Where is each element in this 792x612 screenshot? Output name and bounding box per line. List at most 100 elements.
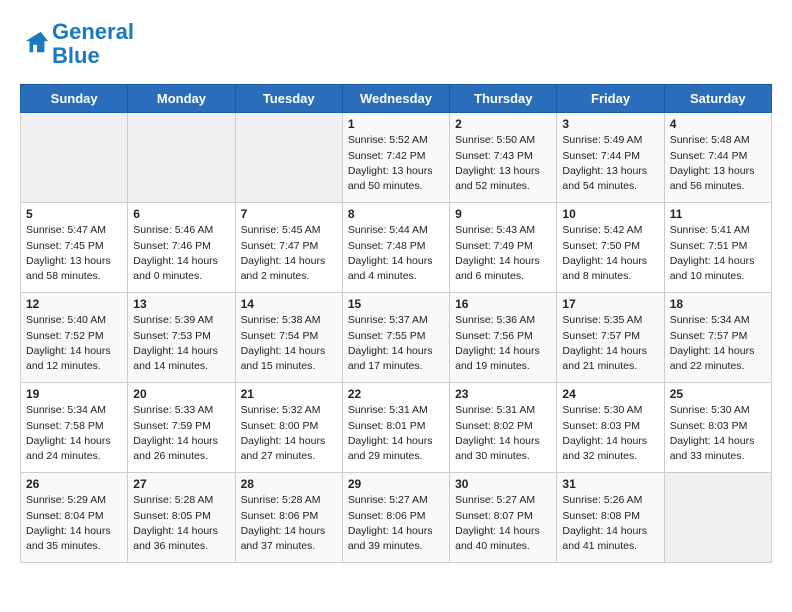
- header: General Blue: [20, 20, 772, 68]
- calendar-cell: 2Sunrise: 5:50 AM Sunset: 7:43 PM Daylig…: [450, 113, 557, 203]
- calendar-cell: 22 Sunrise: 5:31 AM Sunset: 8:01 PM Dayli…: [342, 383, 449, 473]
- calendar-cell: 5 Sunrise: 5:47 AM Sunset: 7:45 PM Daylig…: [21, 203, 128, 293]
- calendar-cell: 30 Sunrise: 5:27 AM Sunset: 8:07 PM Dayli…: [450, 473, 557, 563]
- day-number: 28: [241, 477, 337, 491]
- day-number: 11: [670, 207, 766, 221]
- calendar-week-row: 5 Sunrise: 5:47 AM Sunset: 7:45 PM Daylig…: [21, 203, 772, 293]
- day-info: Sunrise: 5:28 AM Sunset: 8:06 PM Dayligh…: [241, 493, 337, 554]
- day-number: 16: [455, 297, 551, 311]
- day-number: 31: [562, 477, 658, 491]
- calendar-cell: 21Sunrise: 5:32 AM Sunset: 8:00 PM Dayli…: [235, 383, 342, 473]
- day-info: Sunrise: 5:50 AM Sunset: 7:43 PM Dayligh…: [455, 133, 551, 194]
- header-row: SundayMondayTuesdayWednesdayThursdayFrid…: [21, 85, 772, 113]
- day-number: 29: [348, 477, 444, 491]
- calendar-cell: 7 Sunrise: 5:45 AM Sunset: 7:47 PM Daylig…: [235, 203, 342, 293]
- day-info: Sunrise: 5:44 AM Sunset: 7:48 PM Dayligh…: [348, 223, 444, 284]
- day-info: Sunrise: 5:30 AM Sunset: 8:03 PM Dayligh…: [670, 403, 766, 464]
- calendar-week-row: 1 Sunrise: 5:52 AM Sunset: 7:42 PM Daylig…: [21, 113, 772, 203]
- day-number: 8: [348, 207, 444, 221]
- day-info: Sunrise: 5:27 AM Sunset: 8:07 PM Dayligh…: [455, 493, 551, 554]
- day-number: 1: [348, 117, 444, 131]
- calendar-cell: 14Sunrise: 5:38 AM Sunset: 7:54 PM Dayli…: [235, 293, 342, 383]
- calendar-cell: 6 Sunrise: 5:46 AM Sunset: 7:46 PM Daylig…: [128, 203, 235, 293]
- calendar-cell: 27 Sunrise: 5:28 AM Sunset: 8:05 PM Dayli…: [128, 473, 235, 563]
- day-info: Sunrise: 5:40 AM Sunset: 7:52 PM Dayligh…: [26, 313, 122, 374]
- day-number: 10: [562, 207, 658, 221]
- day-number: 4: [670, 117, 766, 131]
- day-info: Sunrise: 5:34 AM Sunset: 7:57 PM Dayligh…: [670, 313, 766, 374]
- calendar-cell: 19 Sunrise: 5:34 AM Sunset: 7:58 PM Dayli…: [21, 383, 128, 473]
- day-of-week-header: Friday: [557, 85, 664, 113]
- day-info: Sunrise: 5:52 AM Sunset: 7:42 PM Dayligh…: [348, 133, 444, 194]
- calendar-cell: 28 Sunrise: 5:28 AM Sunset: 8:06 PM Dayli…: [235, 473, 342, 563]
- calendar-cell: [128, 113, 235, 203]
- day-of-week-header: Monday: [128, 85, 235, 113]
- day-info: Sunrise: 5:35 AM Sunset: 7:57 PM Dayligh…: [562, 313, 658, 374]
- calendar-cell: 9 Sunrise: 5:43 AM Sunset: 7:49 PM Daylig…: [450, 203, 557, 293]
- day-number: 15: [348, 297, 444, 311]
- day-info: Sunrise: 5:47 AM Sunset: 7:45 PM Dayligh…: [26, 223, 122, 284]
- day-info: Sunrise: 5:26 AM Sunset: 8:08 PM Dayligh…: [562, 493, 658, 554]
- day-info: Sunrise: 5:36 AM Sunset: 7:56 PM Dayligh…: [455, 313, 551, 374]
- day-number: 19: [26, 387, 122, 401]
- calendar-cell: 4 Sunrise: 5:48 AM Sunset: 7:44 PM Daylig…: [664, 113, 771, 203]
- calendar-cell: 17 Sunrise: 5:35 AM Sunset: 7:57 PM Dayli…: [557, 293, 664, 383]
- calendar-week-row: 19 Sunrise: 5:34 AM Sunset: 7:58 PM Dayli…: [21, 383, 772, 473]
- day-info: Sunrise: 5:30 AM Sunset: 8:03 PM Dayligh…: [562, 403, 658, 464]
- day-of-week-header: Thursday: [450, 85, 557, 113]
- calendar-cell: 15Sunrise: 5:37 AM Sunset: 7:55 PM Dayli…: [342, 293, 449, 383]
- logo: General Blue: [20, 20, 134, 68]
- day-info: Sunrise: 5:43 AM Sunset: 7:49 PM Dayligh…: [455, 223, 551, 284]
- day-info: Sunrise: 5:46 AM Sunset: 7:46 PM Dayligh…: [133, 223, 229, 284]
- calendar-cell: 29 Sunrise: 5:27 AM Sunset: 8:06 PM Dayli…: [342, 473, 449, 563]
- calendar-header: SundayMondayTuesdayWednesdayThursdayFrid…: [21, 85, 772, 113]
- day-info: Sunrise: 5:27 AM Sunset: 8:06 PM Dayligh…: [348, 493, 444, 554]
- day-number: 6: [133, 207, 229, 221]
- day-info: Sunrise: 5:31 AM Sunset: 8:02 PM Dayligh…: [455, 403, 551, 464]
- day-info: Sunrise: 5:39 AM Sunset: 7:53 PM Dayligh…: [133, 313, 229, 374]
- day-info: Sunrise: 5:49 AM Sunset: 7:44 PM Dayligh…: [562, 133, 658, 194]
- calendar-cell: [235, 113, 342, 203]
- day-number: 25: [670, 387, 766, 401]
- day-number: 21: [241, 387, 337, 401]
- calendar-cell: 25 Sunrise: 5:30 AM Sunset: 8:03 PM Dayli…: [664, 383, 771, 473]
- calendar-cell: 24 Sunrise: 5:30 AM Sunset: 8:03 PM Dayli…: [557, 383, 664, 473]
- day-number: 5: [26, 207, 122, 221]
- day-number: 20: [133, 387, 229, 401]
- calendar-cell: 11Sunrise: 5:41 AM Sunset: 7:51 PM Dayli…: [664, 203, 771, 293]
- day-info: Sunrise: 5:45 AM Sunset: 7:47 PM Dayligh…: [241, 223, 337, 284]
- day-number: 14: [241, 297, 337, 311]
- day-number: 7: [241, 207, 337, 221]
- day-info: Sunrise: 5:29 AM Sunset: 8:04 PM Dayligh…: [26, 493, 122, 554]
- day-number: 30: [455, 477, 551, 491]
- day-of-week-header: Sunday: [21, 85, 128, 113]
- day-info: Sunrise: 5:28 AM Sunset: 8:05 PM Dayligh…: [133, 493, 229, 554]
- day-number: 17: [562, 297, 658, 311]
- calendar-table: SundayMondayTuesdayWednesdayThursdayFrid…: [20, 84, 772, 563]
- calendar-cell: [664, 473, 771, 563]
- calendar-cell: 8 Sunrise: 5:44 AM Sunset: 7:48 PM Daylig…: [342, 203, 449, 293]
- day-number: 22: [348, 387, 444, 401]
- calendar-cell: 12 Sunrise: 5:40 AM Sunset: 7:52 PM Dayli…: [21, 293, 128, 383]
- day-number: 24: [562, 387, 658, 401]
- calendar-cell: 10 Sunrise: 5:42 AM Sunset: 7:50 PM Dayli…: [557, 203, 664, 293]
- day-of-week-header: Saturday: [664, 85, 771, 113]
- calendar-cell: 13 Sunrise: 5:39 AM Sunset: 7:53 PM Dayli…: [128, 293, 235, 383]
- day-info: Sunrise: 5:42 AM Sunset: 7:50 PM Dayligh…: [562, 223, 658, 284]
- calendar-cell: 1 Sunrise: 5:52 AM Sunset: 7:42 PM Daylig…: [342, 113, 449, 203]
- day-of-week-header: Wednesday: [342, 85, 449, 113]
- day-number: 23: [455, 387, 551, 401]
- day-number: 9: [455, 207, 551, 221]
- calendar-cell: 3Sunrise: 5:49 AM Sunset: 7:44 PM Daylig…: [557, 113, 664, 203]
- day-info: Sunrise: 5:31 AM Sunset: 8:01 PM Dayligh…: [348, 403, 444, 464]
- day-info: Sunrise: 5:34 AM Sunset: 7:58 PM Dayligh…: [26, 403, 122, 464]
- day-info: Sunrise: 5:48 AM Sunset: 7:44 PM Dayligh…: [670, 133, 766, 194]
- calendar-cell: 18Sunrise: 5:34 AM Sunset: 7:57 PM Dayli…: [664, 293, 771, 383]
- logo-icon: [22, 28, 50, 56]
- day-number: 13: [133, 297, 229, 311]
- calendar-week-row: 26Sunrise: 5:29 AM Sunset: 8:04 PM Dayli…: [21, 473, 772, 563]
- day-number: 27: [133, 477, 229, 491]
- calendar-body: 1 Sunrise: 5:52 AM Sunset: 7:42 PM Daylig…: [21, 113, 772, 563]
- calendar-cell: [21, 113, 128, 203]
- day-number: 12: [26, 297, 122, 311]
